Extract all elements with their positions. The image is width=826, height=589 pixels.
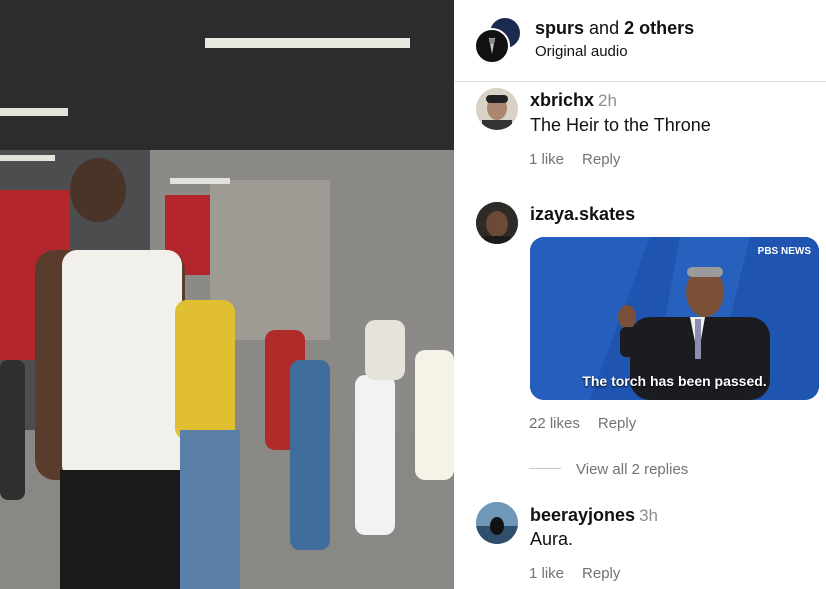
header-title[interactable]: spurs and 2 others bbox=[535, 18, 694, 39]
avatar-beerayjones[interactable] bbox=[476, 502, 518, 544]
comment-username[interactable]: beerayjones 3h bbox=[530, 505, 658, 526]
profile-photo-icon bbox=[476, 202, 518, 244]
audio-label[interactable]: Original audio bbox=[535, 43, 628, 60]
comment-text: The Heir to the Throne bbox=[530, 115, 711, 135]
profile-photo-icon bbox=[476, 88, 518, 130]
others-count[interactable]: 2 others bbox=[624, 18, 694, 38]
username[interactable]: beerayjones bbox=[530, 505, 635, 525]
replies-divider bbox=[529, 468, 561, 469]
video-frame[interactable] bbox=[0, 0, 454, 589]
comment-time: 3h bbox=[639, 506, 658, 525]
reply-button[interactable]: Reply bbox=[598, 415, 636, 432]
pbs-news-logo: PBS NEWS bbox=[757, 246, 811, 257]
gif-caption: The torch has been passed. bbox=[582, 373, 767, 389]
account-name[interactable]: spurs bbox=[535, 18, 584, 38]
avatar-izaya-skates[interactable] bbox=[476, 202, 518, 244]
comment-text: Aura. bbox=[530, 529, 574, 549]
comment-time: 2h bbox=[598, 91, 617, 110]
gif-attachment[interactable]: PBS NEWS The torch has been passed. bbox=[530, 237, 819, 400]
spurs-avatar bbox=[474, 28, 510, 64]
and-text: and bbox=[589, 18, 620, 38]
comment-username[interactable]: izaya.skates bbox=[530, 204, 635, 225]
header-avatars[interactable] bbox=[474, 16, 522, 64]
reply-button[interactable]: Reply bbox=[582, 151, 620, 168]
username[interactable]: xbrichx bbox=[530, 90, 594, 110]
comment-actions: 1 like Reply bbox=[529, 151, 638, 168]
comment-actions: 22 likes Reply bbox=[529, 415, 654, 432]
reply-button[interactable]: Reply bbox=[582, 565, 620, 582]
profile-photo-icon bbox=[476, 502, 518, 544]
spurs-logo-icon bbox=[489, 38, 495, 54]
avatar-xbrichx[interactable] bbox=[476, 88, 518, 130]
post-header: spurs and 2 others Original audio bbox=[454, 0, 826, 82]
likes-count[interactable]: 1 like bbox=[529, 151, 564, 168]
username[interactable]: izaya.skates bbox=[530, 204, 635, 224]
likes-count[interactable]: 22 likes bbox=[529, 415, 580, 432]
comment-actions: 1 like Reply bbox=[529, 565, 638, 582]
comment-username[interactable]: xbrichx 2h bbox=[530, 90, 617, 111]
view-replies-button[interactable]: View all 2 replies bbox=[576, 461, 688, 478]
comments-panel: spurs and 2 others Original audio xbrich… bbox=[454, 0, 826, 589]
likes-count[interactable]: 1 like bbox=[529, 565, 564, 582]
video-scene bbox=[0, 0, 454, 589]
